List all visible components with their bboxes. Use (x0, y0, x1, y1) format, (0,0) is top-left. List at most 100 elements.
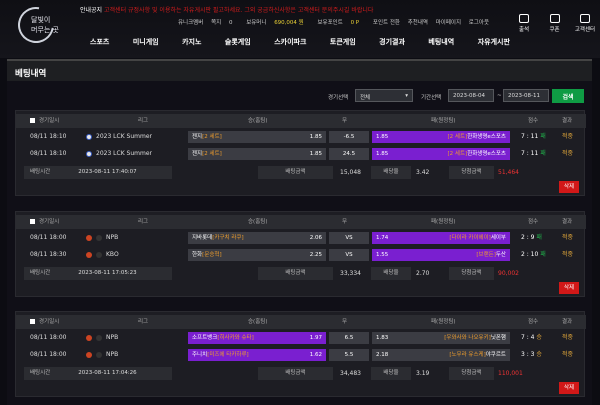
score-value: 3 : 3 (521, 351, 535, 358)
support-label: 고객센터 (574, 27, 596, 33)
home-odds: 1.85 (309, 151, 322, 157)
nav-token[interactable]: 토큰게임 (330, 37, 356, 49)
score-value: 7 : 11 (521, 150, 539, 157)
coupon-button[interactable]: 쿠폰 (543, 14, 567, 40)
header-league: 리그 (138, 319, 149, 325)
delete-button[interactable]: 삭제 (559, 282, 579, 294)
logout-link[interactable]: 로그아웃 (469, 20, 489, 26)
bet-time-value: 2023-08-11 17:05:23 (78, 270, 137, 276)
away-odds: 1.85 (376, 134, 389, 140)
filter-bar: 경기선택 전체 ▾ 기간선택 2023-08-04 ~ 2023-08-11 검색 (0, 88, 600, 104)
select-checkbox[interactable] (30, 319, 35, 324)
score-mark: 승 (536, 334, 542, 341)
date-from-input[interactable]: 2023-08-04 (448, 89, 494, 102)
result-value: 적중 (562, 150, 574, 157)
away-team: 닛폰햄 (490, 335, 506, 341)
mypage-link[interactable]: 마이페이지 (436, 20, 461, 26)
message-label[interactable]: 쪽지 (211, 20, 221, 26)
point-exchange-link[interactable]: 포인트 전환 (373, 20, 400, 26)
game-select-value: 전체 (360, 95, 371, 101)
delete-button[interactable]: 삭제 (559, 181, 579, 193)
bet-row: 08/11 18:10 2023 LCK Summer 젠지[2 세트] 1.85 -6… (16, 130, 586, 144)
home-team: 젠지 (192, 151, 203, 157)
bet-row: 08/11 18:10 2023 LCK Summer 젠지[2 세트] 1.85 24… (16, 147, 586, 161)
league-logo-icon (96, 351, 102, 358)
select-checkbox[interactable] (30, 118, 35, 123)
score-mark: 패 (536, 234, 542, 241)
nav-sports[interactable]: 스포츠 (90, 37, 109, 49)
nav-casino[interactable]: 카지노 (182, 37, 201, 49)
nav-results[interactable]: 경기결과 (379, 37, 405, 49)
game-time: 08/11 18:10 (30, 133, 67, 140)
attendance-button[interactable]: 출석 (512, 14, 536, 40)
home-team: 지바롯데 (192, 235, 213, 241)
point-label: 보유포인트 (317, 20, 343, 26)
header-score: 점수 (528, 319, 539, 325)
header-home: 승(홈팀) (248, 118, 268, 124)
header-score: 점수 (528, 219, 539, 225)
draw-cell[interactable]: -6.5 (329, 131, 369, 143)
draw-cell[interactable]: VS (329, 249, 369, 261)
home-team: 소프트뱅크 (192, 335, 218, 341)
home-pick[interactable]: 젠지[2 세트] 1.85 (188, 148, 326, 160)
header-score: 점수 (528, 118, 539, 124)
draw-value: VS (345, 252, 353, 258)
away-option: [다이라 카이헤이] (449, 235, 491, 241)
win-amount-label: 당첨금액 (449, 367, 494, 380)
game-select[interactable]: 전체 ▾ (355, 89, 413, 102)
nav-slot[interactable]: 슬롯게임 (225, 37, 251, 49)
league-logo-icon (96, 251, 102, 258)
away-pick[interactable]: 2.18 [노무라 유스케]야쿠르트 (372, 349, 510, 361)
score-mark: 패 (540, 150, 546, 157)
home-odds: 1.62 (309, 352, 322, 358)
recommend-link[interactable]: 추천내역 (408, 20, 428, 26)
away-pick[interactable]: 1.85 [2 세트]한화생명e스포츠 (372, 148, 510, 160)
draw-cell[interactable]: 5.5 (329, 349, 369, 361)
league-logo-icon (96, 334, 102, 341)
away-pick[interactable]: 1.83 [우와사와 나오유키]닛폰햄 (372, 332, 510, 344)
away-team: 세이부 (490, 235, 506, 241)
search-button[interactable]: 검색 (552, 89, 584, 103)
home-option: [미즈에 타카하루] (207, 352, 249, 358)
site-logo[interactable]: 달빛이 머무는 곳 (10, 0, 77, 51)
draw-cell[interactable]: 24.5 (329, 148, 369, 160)
home-pick[interactable]: 주니치[미즈에 타카하루] 1.62 (188, 349, 326, 361)
away-pick[interactable]: 1.55 [브랜든]두산 (372, 249, 510, 261)
home-pick[interactable]: 소프트뱅크[히사카와 슈타] 1.97 (188, 332, 326, 344)
bet-amount-label: 배팅금액 (258, 367, 333, 380)
date-to-input[interactable]: 2023-08-11 (503, 89, 549, 102)
league-name: KBO (106, 251, 119, 258)
nav-board[interactable]: 자유게시판 (478, 37, 510, 49)
away-pick[interactable]: 1.85 [2 세트]한화생명e스포츠 (372, 131, 510, 143)
away-option: [2 세트] (447, 134, 468, 140)
home-option: [카구치 라쿠] (212, 235, 244, 241)
support-button[interactable]: 고객센터 (573, 14, 597, 40)
select-checkbox[interactable] (30, 219, 35, 224)
bet-amount-label: 배팅금액 (258, 166, 333, 179)
delete-button[interactable]: 삭제 (559, 382, 579, 394)
home-pick[interactable]: 젠지[2 세트] 1.85 (188, 131, 326, 143)
main-nav: 스포츠 미니게임 카지노 슬롯게임 스카이파크 토큰게임 경기결과 베팅내역 자… (90, 37, 510, 49)
nav-skypark[interactable]: 스카이파크 (274, 37, 306, 49)
message-count: 0 (228, 20, 233, 26)
home-pick[interactable]: 한화[문승혁] 2.25 (188, 249, 326, 261)
header-home: 승(홈팀) (248, 219, 268, 225)
result-value: 적중 (562, 351, 574, 358)
nav-minigame[interactable]: 미니게임 (133, 37, 159, 49)
attendance-label: 출석 (518, 27, 530, 33)
odds-label: 배당율 (371, 166, 411, 179)
home-pick[interactable]: 지바롯데[카구치 라쿠] 2.06 (188, 232, 326, 244)
draw-cell[interactable]: VS (329, 232, 369, 244)
point-value: 0 P (350, 20, 360, 26)
user-bar: 유니크멤버 쪽지 0 보유머니 690,004 원 보유포인트 0 P 포인트 … (178, 18, 495, 26)
bet-row: 08/11 18:00 NPB 소프트뱅크[히사카와 슈타] 1.97 6.5 1.83 [… (16, 331, 586, 345)
draw-value: 5.5 (344, 352, 354, 358)
header-result: 결과 (562, 319, 573, 325)
coupon-icon (549, 14, 560, 23)
draw-cell[interactable]: 6.5 (329, 332, 369, 344)
game-select-label: 경기선택 (328, 95, 349, 101)
away-pick[interactable]: 1.74 [다이라 카이헤이]세이부 (372, 232, 510, 244)
score-value: 2 : 9 (521, 234, 535, 241)
draw-value: -6.5 (343, 134, 355, 140)
nav-bet-history[interactable]: 베팅내역 (428, 37, 454, 49)
